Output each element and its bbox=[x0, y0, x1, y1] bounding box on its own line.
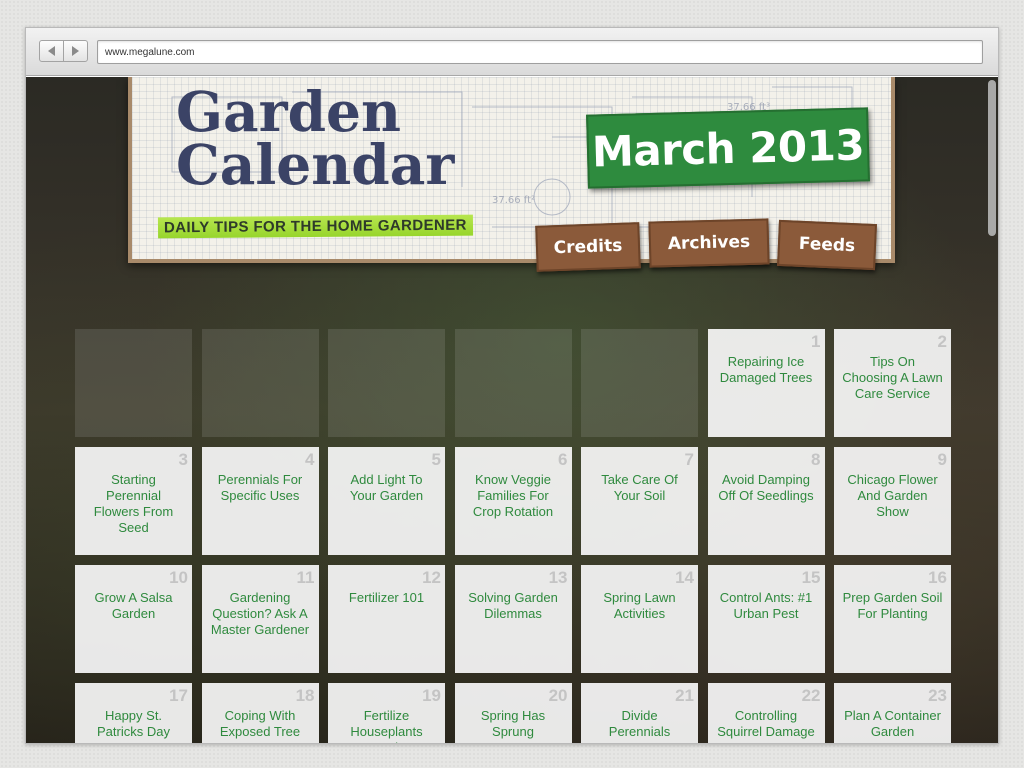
day-number: 16 bbox=[928, 568, 947, 587]
nav-tab-credits[interactable]: Credits bbox=[535, 222, 641, 272]
day-number: 21 bbox=[675, 686, 694, 705]
day-tip-link[interactable]: Chicago Flower And Garden Show bbox=[842, 472, 943, 520]
day-tip-link[interactable]: Add Light To Your Garden bbox=[336, 472, 437, 504]
calendar-empty-cell bbox=[581, 329, 698, 437]
day-tip-link[interactable]: Spring Has Sprung bbox=[463, 708, 564, 740]
calendar-day-cell[interactable]: 1 Repairing Ice Damaged Trees bbox=[707, 329, 825, 437]
day-number: 9 bbox=[937, 450, 947, 469]
day-number: 11 bbox=[296, 568, 315, 587]
calendar-day-cell[interactable]: 6 Know Veggie Families For Crop Rotation bbox=[454, 447, 572, 555]
day-tip-link[interactable]: Tips On Choosing A Lawn Care Service bbox=[842, 354, 943, 402]
day-tip-link[interactable]: Take Care Of Your Soil bbox=[589, 472, 690, 504]
calendar-day-cell[interactable]: 15 Control Ants: #1 Urban Pest bbox=[707, 565, 825, 673]
day-number: 8 bbox=[811, 450, 821, 469]
day-tip-link[interactable]: Avoid Damping Off Of Seedlings bbox=[716, 472, 817, 504]
site-title-line2: Calendar bbox=[176, 132, 455, 197]
calendar-day-cell[interactable]: 16 Prep Garden Soil For Planting bbox=[834, 565, 951, 673]
day-number: 13 bbox=[548, 568, 568, 587]
calendar-day-cell[interactable]: 11 Gardening Question? Ask A Master Garde… bbox=[201, 565, 319, 673]
day-number: 6 bbox=[558, 450, 568, 469]
site-tagline: DAILY TIPS FOR THE HOME GARDENER bbox=[157, 214, 473, 239]
day-number: 10 bbox=[169, 568, 188, 587]
calendar-grid: 1 Repairing Ice Damaged Trees 2 Tips On Cho… bbox=[75, 329, 951, 743]
day-number: 14 bbox=[675, 568, 694, 587]
calendar-day-cell[interactable]: 21 Divide Perennials bbox=[581, 683, 698, 743]
day-number: 4 bbox=[305, 450, 315, 469]
day-tip-link[interactable]: Solving Garden Dilemmas bbox=[463, 590, 564, 622]
day-tip-link[interactable]: Controlling Squirrel Damage bbox=[716, 708, 817, 740]
day-number: 2 bbox=[937, 332, 947, 351]
day-number: 22 bbox=[801, 686, 821, 705]
day-tip-link[interactable]: Gardening Question? Ask A Master Gardene… bbox=[210, 590, 311, 638]
browser-toolbar: www.megalune.com bbox=[26, 28, 998, 76]
page-viewport: 37.66 ft² 41.5 ft² 37.66 ft³ 14 ft Garde… bbox=[26, 77, 998, 743]
calendar-day-cell[interactable]: 4 Perennials For Specific Uses bbox=[201, 447, 319, 555]
day-number: 19 bbox=[422, 686, 441, 705]
calendar-day-cell[interactable]: 18 Coping With Exposed Tree Roots bbox=[201, 683, 319, 743]
day-tip-link[interactable]: Divide Perennials bbox=[589, 708, 690, 740]
day-tip-link[interactable]: Grow A Salsa Garden bbox=[83, 590, 184, 622]
calendar-day-cell[interactable]: 3 Starting Perennial Flowers From Seed bbox=[75, 447, 192, 555]
forward-arrow-icon[interactable] bbox=[63, 41, 87, 61]
vertical-scrollbar[interactable] bbox=[988, 80, 996, 236]
browser-window: www.megalune.com 37.66 ft² 41.5 ft² bbox=[25, 27, 999, 744]
day-number: 20 bbox=[548, 686, 568, 705]
calendar-empty-cell bbox=[454, 329, 572, 437]
day-tip-link[interactable]: Repairing Ice Damaged Trees bbox=[716, 354, 817, 386]
day-number: 3 bbox=[178, 450, 188, 469]
calendar-day-cell[interactable]: 14 Spring Lawn Activities bbox=[581, 565, 698, 673]
site-title-line1: Garden bbox=[176, 79, 402, 144]
calendar-day-cell[interactable]: 8 Avoid Damping Off Of Seedlings bbox=[707, 447, 825, 555]
day-tip-link[interactable]: Coping With Exposed Tree Roots bbox=[210, 708, 311, 743]
day-tip-link[interactable]: Fertilize Houseplants March-September bbox=[336, 708, 437, 743]
calendar-day-cell[interactable]: 22 Controlling Squirrel Damage bbox=[707, 683, 825, 743]
day-number: 15 bbox=[801, 568, 821, 587]
site-title: Garden Calendar bbox=[176, 79, 455, 197]
calendar-day-cell[interactable]: 13 Solving Garden Dilemmas bbox=[454, 565, 572, 673]
calendar-day-cell[interactable]: 7 Take Care Of Your Soil bbox=[581, 447, 698, 555]
address-bar[interactable]: www.megalune.com bbox=[97, 40, 983, 64]
day-number: 7 bbox=[684, 450, 694, 469]
calendar-day-cell[interactable]: 10 Grow A Salsa Garden bbox=[75, 565, 192, 673]
day-tip-link[interactable]: Control Ants: #1 Urban Pest bbox=[716, 590, 817, 622]
day-tip-link[interactable]: Starting Perennial Flowers From Seed bbox=[83, 472, 184, 536]
day-tip-link[interactable]: Plan A Container Garden bbox=[842, 708, 943, 740]
nav-tab-feeds[interactable]: Feeds bbox=[777, 219, 877, 271]
back-arrow-icon[interactable] bbox=[40, 41, 63, 61]
calendar-day-cell[interactable]: 9 Chicago Flower And Garden Show bbox=[834, 447, 951, 555]
day-number: 23 bbox=[928, 686, 947, 705]
day-tip-link[interactable]: Happy St. Patricks Day bbox=[83, 708, 184, 740]
history-nav bbox=[39, 40, 88, 62]
calendar-day-cell[interactable]: 20 Spring Has Sprung bbox=[454, 683, 572, 743]
day-tip-link[interactable]: Spring Lawn Activities bbox=[589, 590, 690, 622]
nav-tab-archives[interactable]: Archives bbox=[648, 218, 770, 268]
day-number: 17 bbox=[169, 686, 188, 705]
calendar-empty-cell bbox=[75, 329, 192, 437]
calendar-day-cell[interactable]: 23 Plan A Container Garden bbox=[834, 683, 951, 743]
day-number: 1 bbox=[811, 332, 821, 351]
calendar-empty-cell bbox=[201, 329, 319, 437]
day-number: 5 bbox=[431, 450, 441, 469]
calendar-empty-cell bbox=[328, 329, 445, 437]
day-tip-link[interactable]: Perennials For Specific Uses bbox=[210, 472, 311, 504]
calendar-day-cell[interactable]: 17 Happy St. Patricks Day bbox=[75, 683, 192, 743]
day-number: 18 bbox=[295, 686, 315, 705]
calendar-day-cell[interactable]: 2 Tips On Choosing A Lawn Care Service bbox=[834, 329, 951, 437]
day-number: 12 bbox=[422, 568, 441, 587]
calendar-day-cell[interactable]: 19 Fertilize Houseplants March-September bbox=[328, 683, 445, 743]
calendar-day-cell[interactable]: 12 Fertilizer 101 bbox=[328, 565, 445, 673]
month-badge: March 2013 bbox=[586, 107, 870, 189]
svg-text:37.66 ft²: 37.66 ft² bbox=[492, 195, 535, 206]
day-tip-link[interactable]: Fertilizer 101 bbox=[336, 590, 437, 606]
calendar-day-cell[interactable]: 5 Add Light To Your Garden bbox=[328, 447, 445, 555]
day-tip-link[interactable]: Prep Garden Soil For Planting bbox=[842, 590, 943, 622]
day-tip-link[interactable]: Know Veggie Families For Crop Rotation bbox=[463, 472, 564, 520]
